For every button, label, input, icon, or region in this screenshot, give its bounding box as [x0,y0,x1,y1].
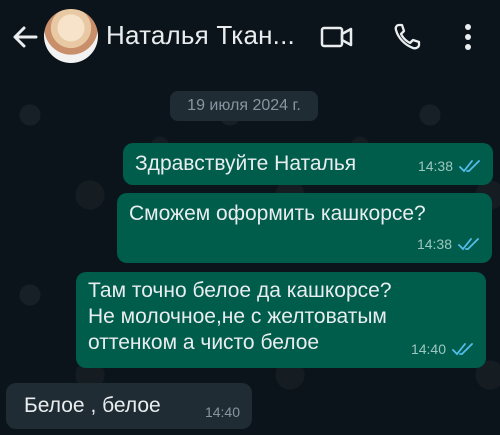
message-meta: 14:38 [417,231,480,257]
message-time: 14:40 [204,404,240,420]
message-time: 14:38 [417,158,453,174]
outgoing-message[interactable]: Здравствуйте Наталья 14:38 [123,143,493,185]
message-text: Белое , белое [24,394,161,417]
double-check-icon [459,160,480,173]
message-text: Там точно белое да кашкорсе? Не молочное… [88,279,392,354]
message-time: 14:38 [416,236,452,252]
contact-name[interactable]: Наталья Ткан... [106,20,295,51]
phone-icon[interactable] [392,22,422,52]
incoming-message[interactable]: Белое , белое 14:40 [6,383,252,429]
message-meta: 14:40 [205,399,240,425]
contact-avatar[interactable] [44,9,98,63]
message-meta: 14:38 [418,153,481,179]
date-chip: 19 июля 2024 г. [170,91,318,121]
message-text: Здравствуйте Наталья [135,152,357,175]
double-check-icon [452,343,473,356]
video-call-icon[interactable] [320,22,354,52]
chat-header: Наталья Ткан... [0,0,500,75]
more-vert-icon[interactable] [458,20,478,54]
double-check-icon [458,238,479,251]
message-text: Сможем оформить кашкорсе? [129,202,426,225]
outgoing-message[interactable]: Сможем оформить кашкорсе? 14:38 [117,193,492,263]
message-time: 14:40 [410,341,446,357]
outgoing-message[interactable]: Там точно белое да кашкорсе? Не молочное… [76,272,486,368]
back-arrow-icon[interactable] [10,22,40,52]
message-meta: 14:40 [411,336,474,362]
chat-area[interactable]: 19 июля 2024 г. Здравствуйте Наталья 14:… [0,75,500,435]
